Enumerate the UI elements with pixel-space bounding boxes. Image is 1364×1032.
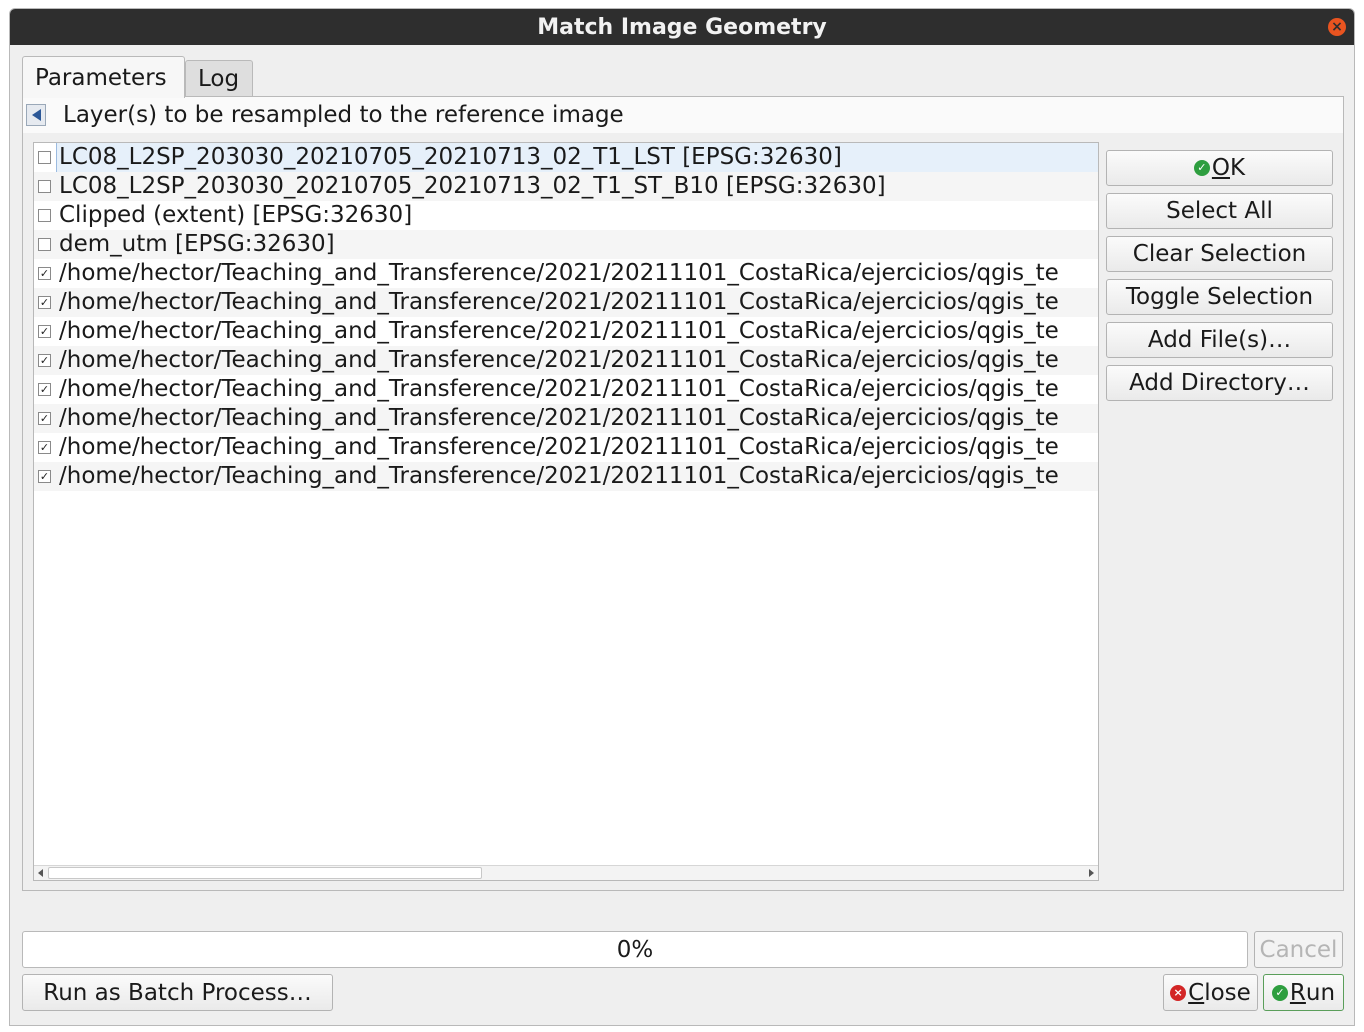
close-icon[interactable]: × (1328, 18, 1346, 36)
layer-label: /home/hector/Teaching_and_Transference/2… (59, 318, 1059, 344)
list-item[interactable]: ✓ /home/hector/Teaching_and_Transference/… (34, 259, 1098, 288)
run-label: un (1305, 979, 1336, 1006)
layer-label: /home/hector/Teaching_and_Transference/2… (59, 289, 1059, 315)
layer-checkbox[interactable]: ✓ (38, 354, 51, 367)
list-item[interactable]: ✓ /home/hector/Teaching_and_Transference/… (34, 288, 1098, 317)
layer-checkbox[interactable]: ✓ (38, 412, 51, 425)
list-item[interactable]: ✓ /home/hector/Teaching_and_Transference/… (34, 404, 1098, 433)
layer-label: /home/hector/Teaching_and_Transference/2… (59, 463, 1059, 489)
scrollbar-thumb[interactable] (48, 867, 482, 879)
add-directory-button[interactable]: Add Directory… (1106, 365, 1333, 401)
title-bar: Match Image Geometry × (10, 9, 1354, 45)
horizontal-scrollbar[interactable] (34, 865, 1098, 880)
check-circle-icon: ✓ (1193, 160, 1210, 176)
layer-checkbox[interactable]: ✓ (38, 383, 51, 396)
layer-checkbox[interactable] (38, 151, 51, 164)
parameters-panel: Layer(s) to be resampled to the referenc… (22, 96, 1344, 891)
ok-button[interactable]: ✓ O K (1106, 150, 1333, 186)
tab-label: Parameters (35, 64, 167, 91)
layer-checkbox[interactable]: ✓ (38, 267, 51, 280)
list-item[interactable]: ✓ /home/hector/Teaching_and_Transference/… (34, 346, 1098, 375)
run-button[interactable]: ✓ Run (1263, 974, 1344, 1011)
layer-label: /home/hector/Teaching_and_Transference/2… (59, 434, 1059, 460)
close-mnemonic: C (1188, 979, 1205, 1006)
progress-text: 0% (616, 936, 654, 963)
layer-label: /home/hector/Teaching_and_Transference/2… (59, 347, 1059, 373)
list-item[interactable]: ✓ /home/hector/Teaching_and_Transference/… (34, 462, 1098, 491)
layer-checkbox[interactable]: ✓ (38, 325, 51, 338)
cancel-button[interactable]: Cancel (1254, 931, 1343, 968)
tab-label: Log (198, 66, 240, 92)
scroll-right-icon[interactable] (1089, 869, 1094, 877)
scroll-left-icon[interactable] (38, 869, 43, 877)
layer-label: LC08_L2SP_203030_20210705_20210713_02_T1… (56, 143, 1098, 172)
layer-checkbox[interactable]: ✓ (38, 441, 51, 454)
layer-checkbox[interactable]: ✓ (38, 296, 51, 309)
layer-list[interactable]: ✓ /home/hector/Teaching_and_Transference/… (33, 142, 1099, 881)
layer-checkbox[interactable] (38, 209, 51, 222)
layer-checkbox[interactable] (38, 180, 51, 193)
close-button[interactable]: × Close (1163, 974, 1258, 1011)
layer-checkbox[interactable]: ✓ (38, 470, 51, 483)
window-title: Match Image Geometry (537, 14, 827, 40)
list-item[interactable]: ✓ /home/hector/Teaching_and_Transference/… (34, 433, 1098, 462)
list-item[interactable]: LC08_L2SP_203030_20210705_20210713_02_T1… (34, 143, 1098, 172)
layer-label: LC08_L2SP_203030_20210705_20210713_02_T1… (59, 173, 886, 199)
ok-label: K (1230, 155, 1246, 181)
layer-label: /home/hector/Teaching_and_Transference/2… (59, 405, 1059, 431)
clear-selection-button[interactable]: Clear Selection (1106, 236, 1333, 272)
select-all-button[interactable]: Select All (1106, 193, 1333, 229)
list-item[interactable]: dem_utm [EPSG:32630] (34, 230, 1098, 259)
ok-mnemonic: O (1211, 155, 1230, 181)
run-as-batch-button[interactable]: Run as Batch Process… (22, 974, 333, 1011)
dialog-window: Match Image Geometry × Parameters Log La… (9, 8, 1355, 1026)
list-item[interactable]: ✓ /home/hector/Teaching_and_Transference/… (34, 317, 1098, 346)
group-header: Layer(s) to be resampled to the referenc… (23, 97, 1343, 133)
cancel-circle-icon: × (1170, 984, 1187, 1001)
layer-checkbox[interactable] (38, 238, 51, 251)
check-circle-icon: ✓ (1271, 984, 1288, 1001)
group-title: Layer(s) to be resampled to the referenc… (63, 102, 624, 128)
toggle-selection-button[interactable]: Toggle Selection (1106, 279, 1333, 315)
progress-bar: 0% (22, 931, 1248, 968)
run-mnemonic: R (1289, 979, 1306, 1006)
close-label: lose (1204, 979, 1251, 1006)
layer-label: dem_utm [EPSG:32630] (59, 231, 335, 257)
add-files-button[interactable]: Add File(s)… (1106, 322, 1333, 358)
layer-label: /home/hector/Teaching_and_Transference/2… (59, 260, 1059, 286)
tab-log[interactable]: Log (185, 60, 253, 97)
layer-label: /home/hector/Teaching_and_Transference/2… (59, 376, 1059, 402)
tab-parameters[interactable]: Parameters (22, 56, 185, 98)
list-item[interactable]: LC08_L2SP_203030_20210705_20210713_02_T1… (34, 172, 1098, 201)
layer-label: Clipped (extent) [EPSG:32630] (59, 202, 413, 228)
list-item[interactable]: ✓ /home/hector/Teaching_and_Transference/… (34, 375, 1098, 404)
collapse-arrow-icon[interactable] (26, 104, 46, 126)
list-item[interactable]: Clipped (extent) [EPSG:32630] (34, 201, 1098, 230)
